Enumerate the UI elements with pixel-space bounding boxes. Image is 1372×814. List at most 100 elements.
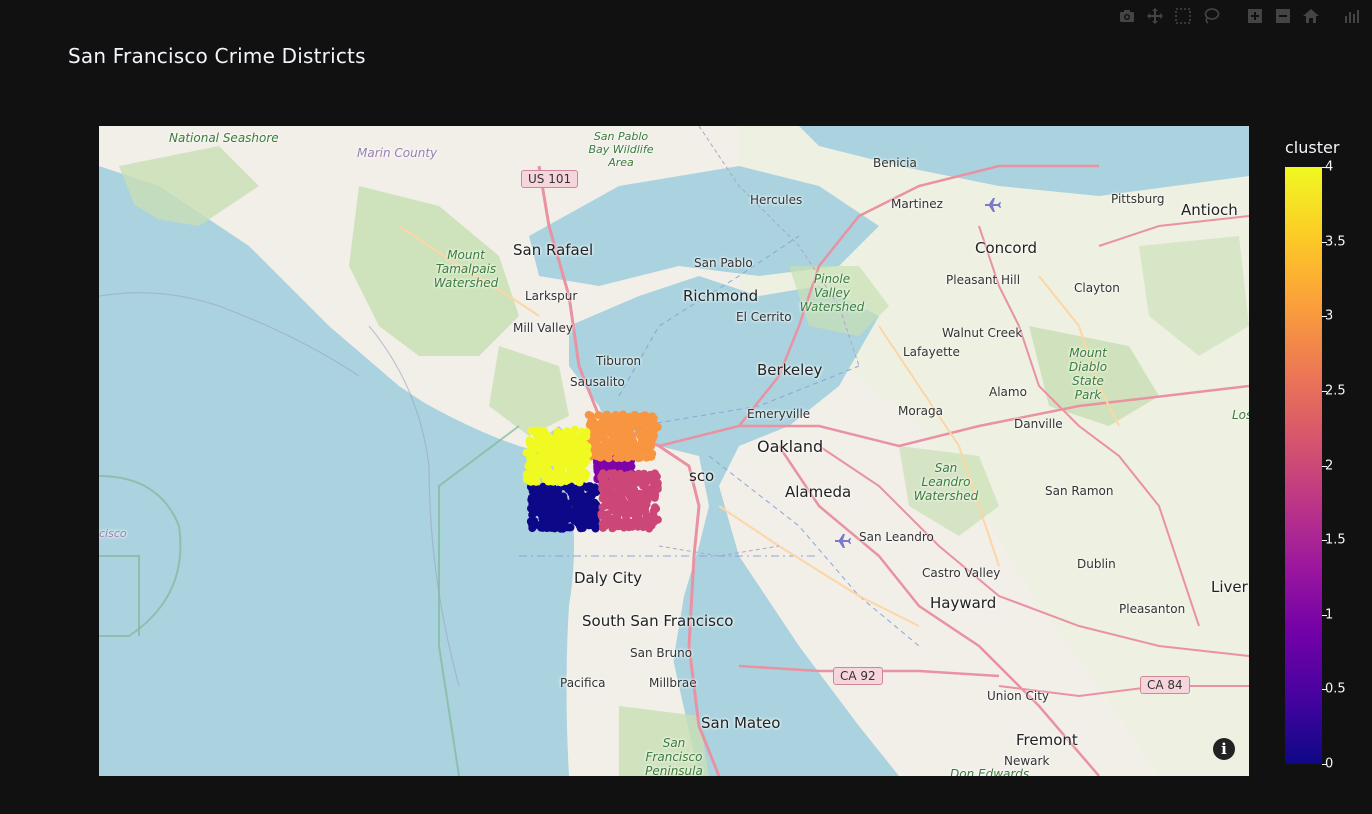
- cluster-point-4[interactable]: [541, 444, 550, 453]
- cluster-point-3[interactable]: [648, 412, 657, 421]
- cluster-point-0[interactable]: [547, 510, 556, 519]
- cluster-point-0[interactable]: [585, 482, 594, 491]
- box-select-icon[interactable]: [1172, 6, 1194, 26]
- cluster-point-4[interactable]: [578, 434, 587, 443]
- plotly-logo-icon[interactable]: [1340, 6, 1362, 26]
- cluster-point-3[interactable]: [638, 412, 647, 421]
- cluster-point-4[interactable]: [554, 430, 562, 439]
- cluster-point-4[interactable]: [582, 448, 591, 457]
- cluster-point-4[interactable]: [526, 445, 535, 454]
- cluster-point-2[interactable]: [651, 491, 660, 500]
- cluster-point-0[interactable]: [580, 500, 589, 509]
- pan-icon[interactable]: [1144, 6, 1166, 26]
- cluster-point-0[interactable]: [527, 493, 536, 502]
- cluster-point-0[interactable]: [565, 499, 574, 508]
- cluster-point-4[interactable]: [562, 477, 570, 486]
- cluster-point-0[interactable]: [546, 500, 555, 508]
- cluster-point-0[interactable]: [549, 489, 558, 498]
- cluster-point-4[interactable]: [570, 425, 579, 434]
- cluster-point-0[interactable]: [584, 491, 593, 500]
- cluster-point-2[interactable]: [634, 511, 643, 520]
- cluster-point-0[interactable]: [578, 524, 587, 532]
- cluster-point-3[interactable]: [601, 420, 609, 429]
- cluster-point-4[interactable]: [534, 444, 543, 453]
- cluster-point-0[interactable]: [558, 513, 567, 522]
- cluster-point-4[interactable]: [533, 464, 542, 473]
- cluster-point-4[interactable]: [575, 445, 584, 454]
- cluster-point-4[interactable]: [551, 452, 560, 461]
- cluster-point-4[interactable]: [540, 470, 549, 479]
- cluster-point-0[interactable]: [532, 508, 541, 516]
- cluster-point-3[interactable]: [621, 444, 629, 453]
- lasso-select-icon[interactable]: [1200, 6, 1222, 26]
- cluster-point-2[interactable]: [634, 473, 643, 482]
- cluster-point-0[interactable]: [573, 509, 582, 518]
- cluster-point-4[interactable]: [568, 466, 577, 475]
- cluster-point-2[interactable]: [651, 503, 659, 512]
- cluster-point-3[interactable]: [611, 411, 620, 419]
- cluster-point-4[interactable]: [549, 440, 558, 449]
- cluster-point-2[interactable]: [627, 518, 636, 527]
- cluster-point-2[interactable]: [625, 476, 633, 484]
- cluster-point-0[interactable]: [591, 524, 600, 533]
- cluster-point-2[interactable]: [649, 517, 658, 526]
- cluster-point-3[interactable]: [636, 431, 645, 440]
- cluster-point-4[interactable]: [575, 478, 584, 487]
- map-area[interactable]: National Seashore Marin County San Pablo…: [99, 126, 1249, 776]
- cluster-point-4[interactable]: [527, 426, 536, 435]
- cluster-point-1[interactable]: [618, 462, 627, 471]
- zoom-in-icon[interactable]: [1244, 6, 1266, 26]
- cluster-point-2[interactable]: [641, 496, 649, 505]
- cluster-point-3[interactable]: [631, 450, 640, 459]
- zoom-out-icon[interactable]: [1272, 6, 1294, 26]
- cluster-point-2[interactable]: [601, 512, 610, 521]
- cluster-point-4[interactable]: [557, 443, 565, 452]
- cluster-point-2[interactable]: [616, 493, 625, 502]
- cluster-point-4[interactable]: [581, 456, 590, 465]
- cluster-point-2[interactable]: [616, 508, 625, 517]
- cluster-point-2[interactable]: [643, 472, 652, 481]
- cluster-point-4[interactable]: [561, 431, 570, 440]
- cluster-point-2[interactable]: [621, 502, 630, 510]
- cluster-point-2[interactable]: [601, 519, 610, 528]
- cluster-point-3[interactable]: [587, 419, 596, 427]
- cluster-point-2[interactable]: [597, 472, 606, 481]
- cluster-point-4[interactable]: [553, 463, 562, 472]
- cluster-point-2[interactable]: [612, 481, 621, 490]
- cluster-point-3[interactable]: [630, 417, 638, 425]
- camera-icon[interactable]: [1116, 6, 1138, 26]
- cluster-point-2[interactable]: [629, 492, 638, 501]
- cluster-point-3[interactable]: [644, 448, 653, 457]
- cluster-point-3[interactable]: [600, 431, 608, 440]
- cluster-point-3[interactable]: [640, 441, 649, 450]
- cluster-point-1[interactable]: [596, 462, 605, 471]
- cluster-point-4[interactable]: [524, 462, 533, 471]
- cluster-point-0[interactable]: [528, 524, 537, 533]
- cluster-point-4[interactable]: [563, 453, 572, 462]
- cluster-point-3[interactable]: [605, 413, 613, 422]
- cluster-point-2[interactable]: [608, 505, 617, 514]
- cluster-point-2[interactable]: [602, 491, 611, 500]
- cluster-point-0[interactable]: [538, 523, 547, 532]
- cluster-point-2[interactable]: [609, 469, 618, 478]
- cluster-point-3[interactable]: [628, 434, 637, 442]
- cluster-point-2[interactable]: [623, 484, 632, 493]
- cluster-point-3[interactable]: [586, 412, 595, 420]
- cluster-point-3[interactable]: [618, 414, 627, 422]
- cluster-point-4[interactable]: [576, 469, 584, 478]
- cluster-point-3[interactable]: [626, 424, 635, 433]
- home-icon[interactable]: [1300, 6, 1322, 26]
- cluster-point-4[interactable]: [573, 454, 582, 463]
- cluster-point-0[interactable]: [534, 497, 543, 506]
- cluster-point-0[interactable]: [587, 511, 596, 519]
- cluster-point-4[interactable]: [535, 456, 544, 465]
- cluster-point-3[interactable]: [653, 423, 662, 432]
- cluster-point-0[interactable]: [538, 514, 547, 523]
- cluster-point-4[interactable]: [537, 432, 546, 441]
- cluster-point-0[interactable]: [540, 491, 549, 500]
- cluster-point-3[interactable]: [609, 428, 618, 437]
- cluster-point-2[interactable]: [653, 482, 662, 491]
- cluster-point-3[interactable]: [609, 441, 618, 450]
- cluster-point-0[interactable]: [576, 489, 585, 498]
- cluster-point-0[interactable]: [548, 519, 557, 527]
